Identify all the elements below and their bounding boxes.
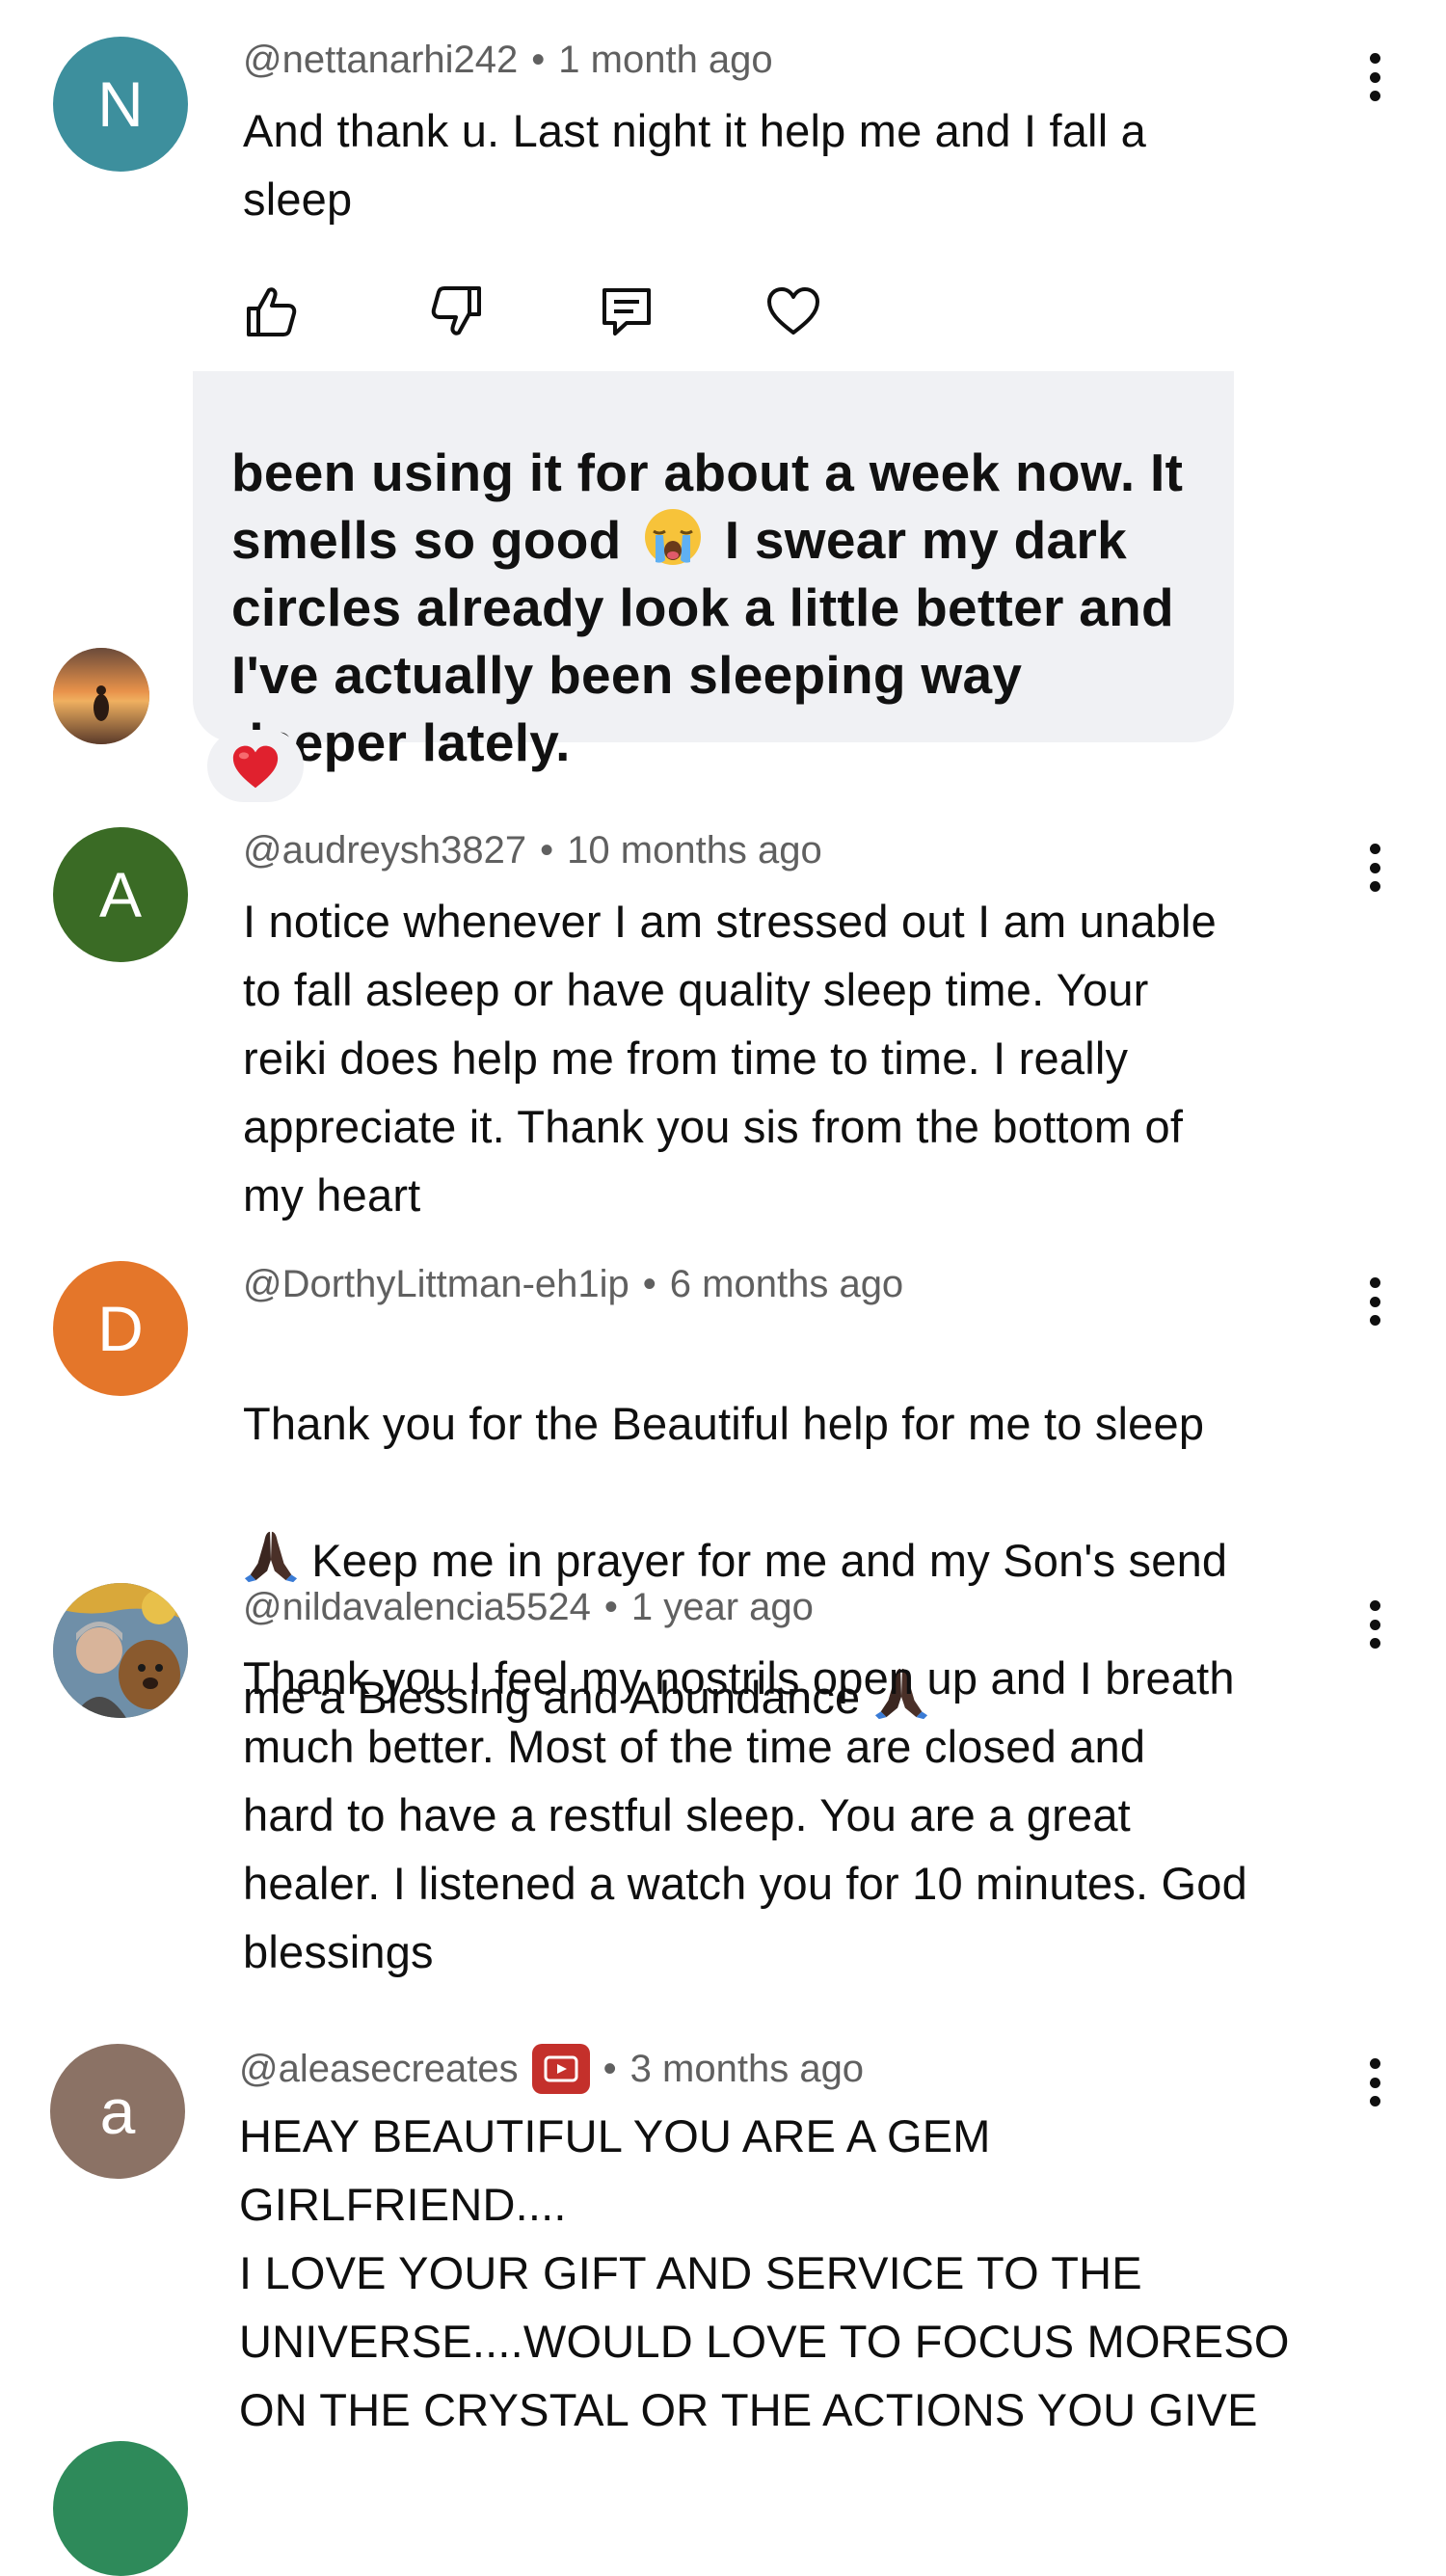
comment-meta: @nettanarhi242 • 1 month ago [243, 39, 773, 82]
comment-meta: @aleasecreates • 3 months ago [239, 2044, 864, 2094]
comment-author[interactable]: @nettanarhi242 [243, 39, 518, 82]
avatar[interactable] [53, 1583, 188, 1718]
comment-time: 1 month ago [558, 39, 773, 81]
comment-text: I notice whenever I am stressed out I am… [243, 896, 1217, 1221]
more-options-icon[interactable] [1365, 1600, 1384, 1649]
separator: • [540, 829, 554, 872]
folded-hands-emoji [244, 1531, 298, 1583]
more-options-icon[interactable] [1365, 844, 1384, 892]
comment-time: 6 months ago [669, 1263, 904, 1305]
more-options-icon[interactable] [1365, 2058, 1384, 2106]
message-text: been using it for about a week now. It sm… [231, 371, 1183, 776]
avatar-letter: D [97, 1293, 144, 1364]
comment-author[interactable]: @audreysh3827 [243, 829, 526, 872]
comment-text: And thank u. Last night it help me and I… [243, 105, 1146, 225]
reaction-badge[interactable] [207, 730, 304, 802]
comment-time: 10 months ago [567, 829, 822, 872]
separator: • [603, 1586, 618, 1628]
comment-time: 1 year ago [630, 1586, 814, 1628]
like-icon[interactable] [241, 282, 299, 340]
dislike-icon[interactable] [429, 282, 487, 340]
more-options-icon[interactable] [1365, 1277, 1384, 1326]
comment-meta: @DorthyLittman-eh1ip • 6 months ago [243, 1263, 903, 1306]
avatar-letter: N [97, 68, 144, 140]
reply-icon[interactable] [598, 282, 656, 340]
comment-text: Thank you I feel my nostrils open up and… [243, 1652, 1247, 1977]
comment-meta: @nildavalencia5524 • 1 year ago [243, 1586, 814, 1629]
crying-face-emoji [645, 509, 702, 565]
youtube-channel-badge-icon [531, 2044, 590, 2094]
comment-author[interactable]: @nildavalencia5524 [243, 1586, 591, 1629]
avatar[interactable]: A [53, 827, 188, 962]
more-options-icon[interactable] [1365, 53, 1384, 101]
avatar-letter: A [98, 859, 143, 930]
avatar-letter: a [99, 2076, 136, 2147]
avatar[interactable]: N [53, 37, 188, 172]
sunset-photo-icon [53, 648, 149, 744]
red-heart-emoji [232, 745, 279, 788]
avatar[interactable] [53, 2441, 188, 2576]
comment-meta: @audreysh3827 • 10 months ago [243, 829, 822, 872]
comment-text-line: Keep me in prayer for me and my Son's se… [299, 1535, 1228, 1586]
separator: • [642, 1263, 656, 1305]
comment-author[interactable]: @aleasecreates [239, 2048, 519, 2091]
comment-text-line: Thank you for the Beautiful help for me … [243, 1398, 1205, 1449]
comment-author[interactable]: @DorthyLittman-eh1ip [243, 1263, 629, 1306]
avatar[interactable]: a [50, 2044, 185, 2179]
comment-text: HEAY BEAUTIFUL YOU ARE A GEM GIRLFRIEND.… [239, 2110, 1290, 2435]
heart-icon[interactable] [764, 282, 822, 340]
separator: • [602, 2047, 617, 2090]
comment-time: 3 months ago [629, 2047, 865, 2090]
avatar[interactable]: D [53, 1261, 188, 1396]
separator: • [531, 39, 546, 81]
photo-avatar-icon [53, 1583, 188, 1718]
avatar[interactable] [53, 648, 149, 744]
